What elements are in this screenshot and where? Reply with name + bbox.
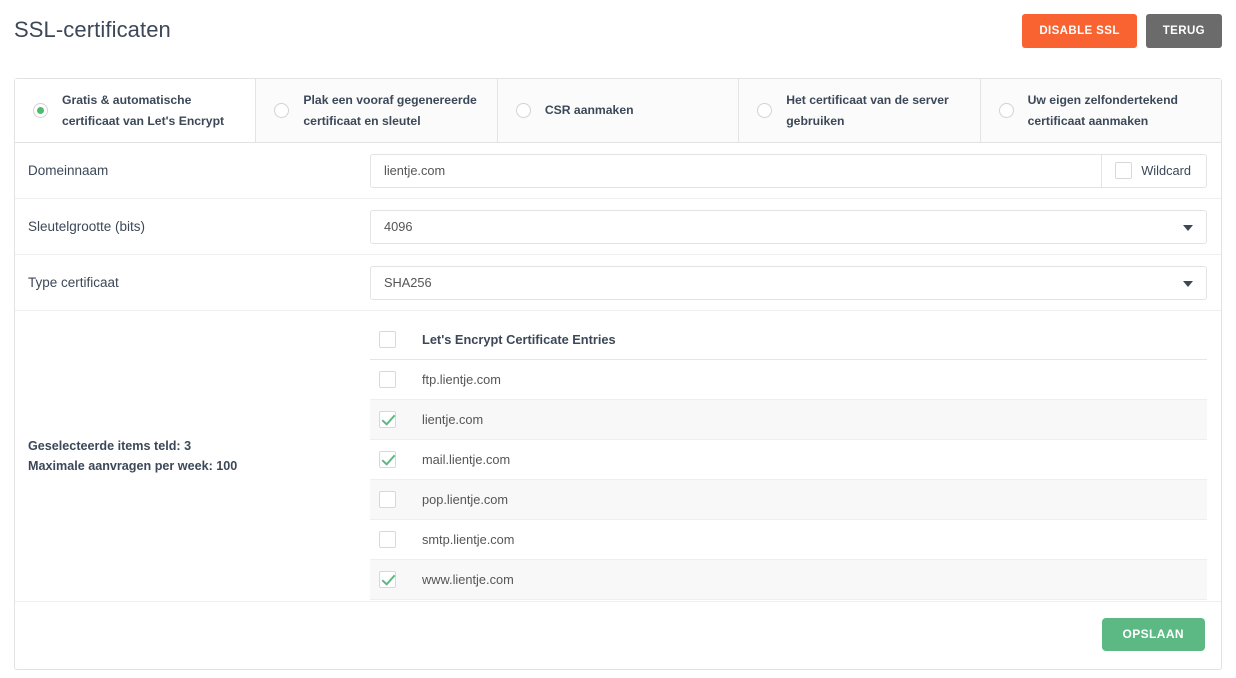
- summary-selected-count: Geselecteerde items teld: 3: [28, 438, 192, 453]
- entry-checkbox[interactable]: [379, 571, 396, 588]
- table-row[interactable]: pop.lientje.com: [370, 480, 1207, 520]
- tab-lets-encrypt[interactable]: Gratis & automatische certificaat van Le…: [15, 79, 257, 142]
- entries-header-label: Let's Encrypt Certificate Entries: [422, 332, 616, 347]
- certtype-select[interactable]: SHA256: [370, 265, 1207, 300]
- ssl-settings-card: Gratis & automatische certificaat van Le…: [14, 78, 1222, 670]
- entry-checkbox[interactable]: [379, 371, 396, 388]
- certificate-entries-section: Geselecteerde items teld: 3 Maximale aan…: [15, 311, 1221, 602]
- tab-label-use-server-certificate: Het certificaat van de server gebruiken: [786, 93, 949, 128]
- entry-label: mail.lientje.com: [422, 452, 511, 467]
- table-row[interactable]: ftp.lientje.com: [370, 360, 1207, 400]
- certtype-value: SHA256: [384, 275, 432, 290]
- header-actions: DISABLE SSL TERUG: [1022, 14, 1222, 48]
- entry-label: www.lientje.com: [422, 572, 514, 587]
- tab-self-signed[interactable]: Uw eigen zelfondertekend certificaat aan…: [980, 79, 1222, 142]
- certtype-label: Type certificaat: [28, 275, 119, 290]
- select-all-checkbox[interactable]: [379, 331, 396, 348]
- certtype-control-group: SHA256: [370, 265, 1207, 300]
- back-button[interactable]: TERUG: [1145, 14, 1222, 48]
- wildcard-checkbox[interactable]: [1115, 162, 1133, 179]
- certificate-method-tabs: Gratis & automatische certificaat van Le…: [15, 79, 1222, 143]
- summary-max-requests: Maximale aanvragen per week: 100: [28, 459, 238, 473]
- disable-ssl-button[interactable]: DISABLE SSL: [1022, 14, 1137, 48]
- chevron-down-icon: [1183, 224, 1193, 231]
- tab-label-create-csr: CSR aanmaken: [544, 103, 634, 118]
- table-row[interactable]: www.lientje.com: [370, 560, 1207, 600]
- domain-input[interactable]: lientje.com: [370, 153, 1103, 188]
- selection-summary: Geselecteerde items teld: 3 Maximale aan…: [15, 436, 370, 477]
- radio-icon-self-signed[interactable]: [998, 103, 1014, 118]
- entry-checkbox[interactable]: [379, 491, 396, 508]
- page-title: SSL-certificaten: [14, 17, 171, 42]
- entries-header-row[interactable]: Let's Encrypt Certificate Entries: [370, 320, 1207, 360]
- table-row[interactable]: lientje.com: [370, 400, 1207, 440]
- save-button[interactable]: OPSLAAN: [1101, 617, 1205, 651]
- tab-create-csr[interactable]: CSR aanmaken: [497, 79, 740, 142]
- entry-label: pop.lientje.com: [422, 492, 509, 507]
- ssl-certificates-page: SSL-certificaten DISABLE SSL TERUG Grati…: [0, 0, 1236, 678]
- radio-icon-lets-encrypt[interactable]: [33, 103, 48, 118]
- entry-checkbox[interactable]: [379, 451, 396, 468]
- radio-icon-create-csr[interactable]: [515, 103, 531, 118]
- page-header: SSL-certificaten DISABLE SSL TERUG: [0, 0, 1236, 68]
- certtype-row: Type certificaat SHA256: [15, 255, 1221, 311]
- keysize-row: Sleutelgrootte (bits) 4096: [15, 199, 1221, 255]
- wildcard-label: Wildcard: [1141, 163, 1191, 178]
- radio-icon-use-server-certificate[interactable]: [757, 103, 773, 118]
- domain-control-group: lientje.com Wildcard: [370, 153, 1207, 188]
- tab-label-self-signed: Uw eigen zelfondertekend certificaat aan…: [1027, 93, 1178, 128]
- keysize-label: Sleutelgrootte (bits): [28, 219, 146, 234]
- domain-label: Domeinnaam: [28, 163, 109, 178]
- entry-checkbox[interactable]: [379, 411, 396, 428]
- tab-label-lets-encrypt: Gratis & automatische certificaat van Le…: [62, 93, 225, 128]
- table-row[interactable]: smtp.lientje.com: [370, 520, 1207, 560]
- entry-label: smtp.lientje.com: [422, 532, 515, 547]
- table-row[interactable]: mail.lientje.com: [370, 440, 1207, 480]
- wildcard-addon[interactable]: Wildcard: [1102, 153, 1207, 188]
- radio-icon-paste-certificate[interactable]: [274, 103, 290, 118]
- tab-use-server-certificate[interactable]: Het certificaat van de server gebruiken: [739, 79, 981, 142]
- certificate-entries-table: Let's Encrypt Certificate Entries ftp.li…: [370, 320, 1207, 600]
- tab-paste-certificate[interactable]: Plak een vooraf gegenereerde certificaat…: [256, 79, 498, 142]
- domain-row: Domeinnaam lientje.com Wildcard: [15, 143, 1221, 199]
- entry-label: ftp.lientje.com: [422, 372, 501, 387]
- card-footer: OPSLAAN: [15, 602, 1221, 666]
- entry-label: lientje.com: [422, 412, 484, 427]
- tab-label-paste-certificate: Plak een vooraf gegenereerde certificaat…: [303, 93, 477, 128]
- chevron-down-icon: [1183, 280, 1193, 287]
- keysize-value: 4096: [384, 219, 413, 234]
- keysize-select[interactable]: 4096: [370, 209, 1207, 244]
- entry-checkbox[interactable]: [379, 531, 396, 548]
- keysize-control-group: 4096: [370, 209, 1207, 244]
